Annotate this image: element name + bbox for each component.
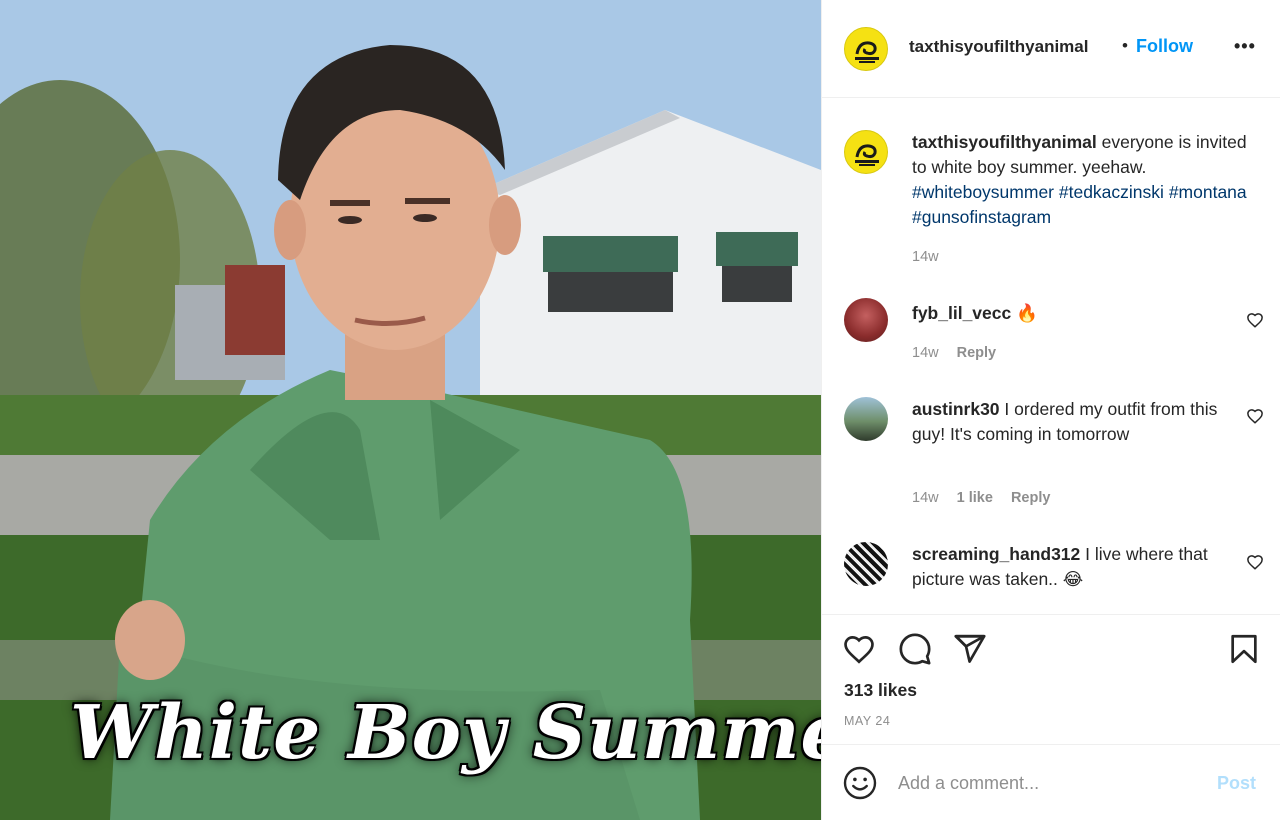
comment-meta: 14w Reply <box>912 345 1010 361</box>
comment-timestamp[interactable]: 14w <box>912 490 939 506</box>
author-username[interactable]: taxthisyoufilthyanimal <box>909 37 1088 57</box>
comment-username[interactable]: austinrk30 <box>912 399 1000 419</box>
commenter-avatar[interactable] <box>844 298 888 342</box>
comment-composer: Post <box>822 744 1280 820</box>
caption-timestamp[interactable]: 14w <box>912 249 939 265</box>
post-actions: 313 likes MAY 24 <box>822 614 1280 744</box>
commenter-avatar[interactable] <box>844 397 888 441</box>
commenter-avatar[interactable] <box>844 542 888 586</box>
hashtag-link[interactable]: #tedkaczinski <box>1059 182 1164 202</box>
comment-text: austinrk30 I ordered my outfit from this… <box>912 397 1247 447</box>
caption-username[interactable]: taxthisyoufilthyanimal <box>912 132 1097 152</box>
separator-dot: • <box>1122 36 1128 55</box>
likes-count[interactable]: 313 likes <box>844 680 917 701</box>
post-date[interactable]: MAY 24 <box>844 714 890 728</box>
post-comment-button[interactable]: Post <box>1217 773 1256 794</box>
caption-avatar[interactable] <box>844 130 888 174</box>
post-side-panel: taxthisyoufilthyanimal • Follow ••• taxt… <box>821 0 1280 820</box>
author-avatar[interactable] <box>844 27 888 71</box>
snake-logo-icon <box>855 144 879 166</box>
comment-timestamp[interactable]: 14w <box>912 345 939 361</box>
comment-text: screaming_hand312 I live where that pict… <box>912 542 1247 592</box>
post-photo[interactable]: White Boy Summer <box>0 0 821 820</box>
post-header: taxthisyoufilthyanimal • Follow ••• <box>822 0 1280 98</box>
hashtag-link[interactable]: #gunsofinstagram <box>912 207 1051 227</box>
reply-button[interactable]: Reply <box>1011 490 1051 506</box>
photo-overlay-text: White Boy Summer <box>70 690 821 776</box>
reply-button[interactable]: Reply <box>957 345 997 361</box>
comment-meta: 14w 1 like Reply <box>912 490 1064 506</box>
snake-logo-icon <box>855 41 879 63</box>
like-comment-heart-icon[interactable] <box>1246 553 1264 571</box>
comment-text: fyb_lil_vecc 🔥 <box>912 301 1247 326</box>
follow-button[interactable]: Follow <box>1136 36 1193 57</box>
comments-list[interactable]: taxthisyoufilthyanimal everyone is invit… <box>822 99 1280 614</box>
comment-input[interactable] <box>898 769 1198 797</box>
caption-text: taxthisyoufilthyanimal everyone is invit… <box>912 130 1247 230</box>
emoji-icon[interactable] <box>842 765 878 801</box>
comment-username[interactable]: fyb_lil_vecc <box>912 303 1011 323</box>
hashtag-link[interactable]: #whiteboysummer <box>912 182 1054 202</box>
hashtag-link[interactable]: #montana <box>1169 182 1247 202</box>
share-icon[interactable] <box>953 632 987 666</box>
like-comment-heart-icon[interactable] <box>1246 311 1264 329</box>
comment-icon[interactable] <box>898 632 932 666</box>
like-comment-heart-icon[interactable] <box>1246 407 1264 425</box>
more-icon[interactable]: ••• <box>1234 36 1256 57</box>
heart-icon[interactable] <box>842 632 876 666</box>
comment-like-count[interactable]: 1 like <box>957 490 993 506</box>
comment-body: 🔥 <box>1016 303 1038 323</box>
comment-username[interactable]: screaming_hand312 <box>912 544 1080 564</box>
caption-meta: 14w <box>912 249 953 265</box>
bookmark-icon[interactable] <box>1227 632 1261 666</box>
